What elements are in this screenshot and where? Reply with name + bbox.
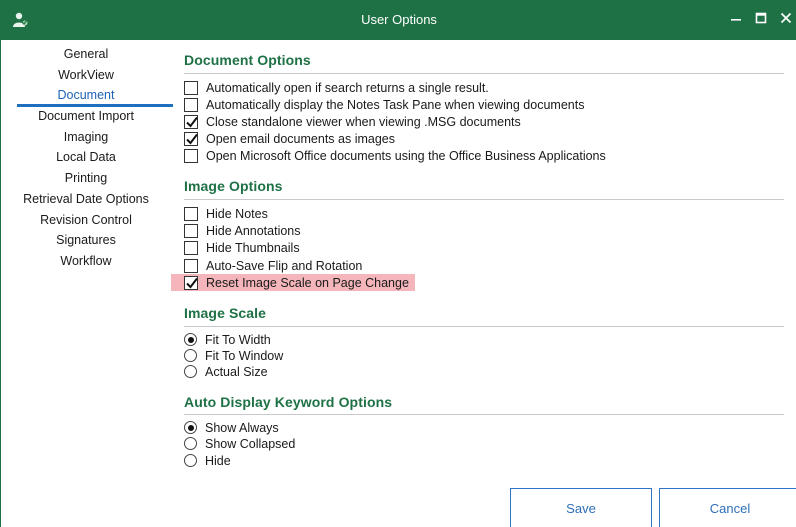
radio-fit-to-width[interactable]: Fit To Width — [184, 331, 271, 348]
cancel-button[interactable]: Cancel — [659, 488, 796, 527]
radio-button[interactable] — [184, 454, 197, 467]
maximize-icon — [755, 11, 767, 29]
radio-button[interactable] — [184, 437, 197, 450]
checkmark-icon — [186, 116, 198, 128]
divider — [184, 326, 784, 327]
checkbox-hide-thumbnails[interactable]: Hide Thumbnails — [184, 239, 300, 256]
radio-label: Fit To Window — [205, 348, 284, 363]
sidebar-item-workflow[interactable]: Workflow — [1, 251, 171, 272]
title-bar: User Options — [1, 0, 796, 40]
sidebar-item-document[interactable]: Document — [1, 85, 173, 107]
checkbox-auto-display-notes-pane[interactable]: Automatically display the Notes Task Pan… — [184, 96, 584, 113]
close-button[interactable] — [769, 0, 796, 40]
checkbox-open-office-obapps[interactable]: Open Microsoft Office documents using th… — [184, 147, 606, 164]
checkbox-close-standalone-viewer[interactable]: Close standalone viewer when viewing .MS… — [184, 113, 521, 130]
minimize-icon — [730, 11, 742, 29]
radio-fit-to-window[interactable]: Fit To Window — [184, 347, 283, 364]
checkbox-label: Auto-Save Flip and Rotation — [206, 258, 363, 273]
radio-label: Fit To Width — [205, 332, 271, 347]
sidebar-item-revision-control[interactable]: Revision Control — [1, 210, 171, 231]
checkbox-label: Automatically open if search returns a s… — [206, 80, 489, 95]
checkbox-box[interactable] — [184, 114, 198, 129]
radio-actual-size[interactable]: Actual Size — [184, 363, 268, 380]
checkbox-label: Close standalone viewer when viewing .MS… — [206, 114, 521, 129]
checkbox-box[interactable] — [184, 97, 198, 112]
radio-show-collapsed[interactable]: Show Collapsed — [184, 435, 295, 452]
image-options-heading: Image Options — [184, 178, 283, 194]
checkmark-icon — [186, 277, 198, 289]
window-title: User Options — [361, 12, 437, 27]
sidebar-item-imaging[interactable]: Imaging — [1, 127, 171, 148]
radio-label: Show Collapsed — [205, 436, 296, 451]
divider — [184, 73, 784, 74]
checkbox-hide-notes[interactable]: Hide Notes — [184, 205, 268, 222]
close-icon — [780, 11, 792, 29]
sidebar-item-general[interactable]: General — [1, 44, 171, 65]
sidebar-item-signatures[interactable]: Signatures — [1, 230, 171, 251]
user-options-window: User Options General WorkView Document D… — [0, 0, 796, 527]
sidebar-item-workview[interactable]: WorkView — [1, 65, 171, 86]
checkbox-box[interactable] — [184, 275, 198, 290]
checkbox-box[interactable] — [184, 240, 198, 255]
checkbox-box[interactable] — [184, 258, 198, 273]
radio-button[interactable] — [184, 349, 197, 362]
checkbox-box[interactable] — [184, 80, 198, 95]
radio-button[interactable] — [184, 365, 197, 378]
save-button[interactable]: Save — [510, 488, 652, 527]
keyword-options-heading: Auto Display Keyword Options — [184, 394, 393, 410]
radio-label: Show Always — [205, 420, 279, 435]
checkbox-box[interactable] — [184, 206, 198, 221]
divider — [184, 199, 784, 200]
checkmark-icon — [186, 133, 198, 145]
options-sidebar: General WorkView Document Document Impor… — [1, 44, 173, 272]
checkbox-open-email-as-images[interactable]: Open email documents as images — [184, 130, 395, 147]
checkbox-auto-open-single-result[interactable]: Automatically open if search returns a s… — [184, 79, 489, 96]
checkbox-label: Reset Image Scale on Page Change — [206, 275, 409, 290]
sidebar-item-local-data[interactable]: Local Data — [1, 147, 171, 168]
radio-show-always[interactable]: Show Always — [184, 419, 279, 436]
checkbox-box[interactable] — [184, 148, 198, 163]
checkbox-label: Hide Thumbnails — [206, 240, 300, 255]
checkbox-label: Open email documents as images — [206, 131, 395, 146]
radio-label: Actual Size — [205, 364, 268, 379]
sidebar-item-document-import[interactable]: Document Import — [1, 106, 171, 127]
checkbox-reset-image-scale[interactable]: Reset Image Scale on Page Change — [171, 274, 415, 291]
document-options-heading: Document Options — [184, 52, 311, 68]
radio-hide[interactable]: Hide — [184, 452, 231, 469]
checkbox-auto-save-flip-rotation[interactable]: Auto-Save Flip and Rotation — [184, 257, 362, 274]
sidebar-item-retrieval-date-options[interactable]: Retrieval Date Options — [1, 189, 171, 210]
checkbox-box[interactable] — [184, 223, 198, 238]
radio-label: Hide — [205, 453, 231, 468]
checkbox-label: Hide Notes — [206, 206, 268, 221]
divider — [184, 414, 784, 415]
checkbox-label: Automatically display the Notes Task Pan… — [206, 97, 585, 112]
radio-button[interactable] — [184, 421, 197, 434]
image-scale-heading: Image Scale — [184, 305, 267, 321]
checkbox-hide-annotations[interactable]: Hide Annotations — [184, 222, 301, 239]
checkbox-label: Hide Annotations — [206, 223, 301, 238]
sidebar-item-printing[interactable]: Printing — [1, 168, 171, 189]
checkbox-box[interactable] — [184, 131, 198, 146]
radio-button[interactable] — [184, 333, 197, 346]
checkbox-label: Open Microsoft Office documents using th… — [206, 148, 606, 163]
